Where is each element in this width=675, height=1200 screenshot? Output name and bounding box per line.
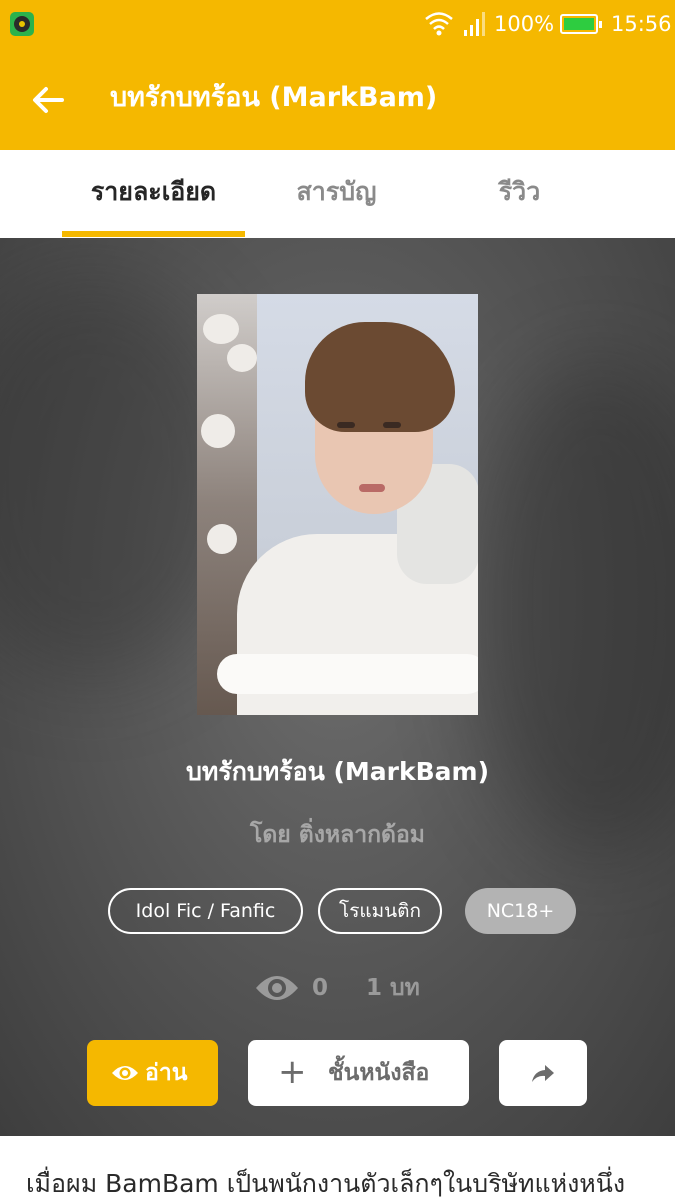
tab-details[interactable]: รายละเอียด [62, 172, 245, 212]
book-title: บทรักบทร้อน (MarkBam) [185, 757, 490, 786]
book-cover-image [197, 294, 478, 715]
battery-icon [560, 14, 602, 34]
tag-romance[interactable]: โรแมนติก [318, 888, 442, 934]
tab-bar: รายละเอียด สารบัญ รีวิว [0, 150, 675, 238]
eye-icon [256, 976, 298, 1000]
eye-icon [112, 1066, 138, 1080]
plus-icon: + [278, 1052, 307, 1092]
book-synopsis: เมื่อผม BamBam เป็นพนักงานตัวเล็กๆในบริษ… [26, 1169, 626, 1198]
bookshelf-button-label: ชั้นหนังสือ [328, 1060, 430, 1086]
read-button[interactable]: อ่าน [87, 1040, 218, 1106]
share-icon [532, 1065, 554, 1082]
read-button-label: อ่าน [145, 1060, 188, 1086]
status-bar: 100% 15:56 [0, 0, 675, 48]
add-to-bookshelf-button[interactable]: + ชั้นหนังสือ [248, 1040, 469, 1106]
signal-icon [464, 12, 485, 36]
book-stats: 0 1 บท [0, 964, 675, 1012]
tag-idol-fic[interactable]: Idol Fic / Fanfic [108, 888, 303, 934]
clock: 15:56 [611, 12, 672, 36]
battery-percent: 100% [494, 12, 555, 36]
book-author[interactable]: โดย ติ่งหลากด้อม [0, 815, 675, 855]
view-count: 0 [312, 975, 329, 1001]
app-notification-icon [10, 12, 34, 36]
tab-contents[interactable]: สารบัญ [245, 172, 428, 212]
chapter-count: 1 บท [366, 975, 420, 1001]
tab-reviews[interactable]: รีวิว [428, 172, 611, 212]
share-button[interactable] [499, 1040, 587, 1106]
wifi-icon [425, 12, 453, 36]
back-arrow-icon[interactable] [28, 80, 68, 120]
app-bar: บทรักบทร้อน (MarkBam) [0, 48, 675, 150]
tab-indicator [62, 231, 245, 237]
tag-rating: NC18+ [465, 888, 576, 934]
page-title: บทรักบทร้อน (MarkBam) [110, 82, 438, 113]
